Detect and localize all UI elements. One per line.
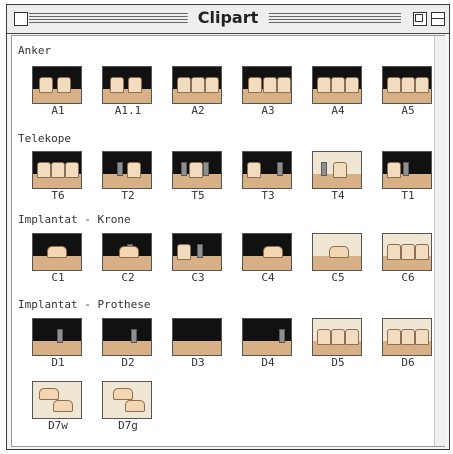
clipart-label: T3 bbox=[261, 189, 275, 202]
tooth-icon bbox=[242, 318, 292, 356]
clipart-label: A3 bbox=[261, 104, 275, 117]
section-implantat-prothese: Implantat - Prothese bbox=[18, 298, 151, 311]
tooth-icon bbox=[242, 151, 292, 189]
window-titlebar[interactable]: Clipart bbox=[7, 5, 449, 34]
tooth-icon bbox=[382, 318, 432, 356]
clipart-label: T4 bbox=[331, 189, 345, 202]
clipart-item-t5[interactable]: T5 bbox=[168, 151, 228, 211]
clipart-item-c4[interactable]: C4 bbox=[238, 233, 298, 293]
clipart-label: T1 bbox=[401, 189, 415, 202]
tooth-icon bbox=[242, 66, 292, 104]
tooth-icon bbox=[102, 151, 152, 189]
clipart-item-d6[interactable]: D6 bbox=[378, 318, 438, 378]
clipart-item-t1[interactable]: T1 bbox=[378, 151, 438, 211]
clipart-item-t6[interactable]: T6 bbox=[28, 151, 88, 211]
clipart-item-d3[interactable]: D3 bbox=[168, 318, 228, 378]
clipart-label: D3 bbox=[191, 356, 205, 369]
clipart-label: T6 bbox=[51, 189, 65, 202]
tooth-icon bbox=[32, 318, 82, 356]
tooth-icon bbox=[172, 66, 222, 104]
tooth-icon bbox=[312, 233, 362, 271]
clipart-item-a1-1[interactable]: A1.1 bbox=[98, 66, 158, 126]
clipart-item-d2[interactable]: D2 bbox=[98, 318, 158, 378]
clipart-content: Anker Telekope Implantat - Krone Implant… bbox=[11, 35, 445, 447]
tooth-icon bbox=[102, 318, 152, 356]
clipart-item-c5[interactable]: C5 bbox=[308, 233, 368, 293]
clipart-label: C6 bbox=[401, 271, 415, 284]
clipart-label: C1 bbox=[51, 271, 65, 284]
close-icon[interactable] bbox=[14, 12, 28, 26]
tooth-icon bbox=[172, 233, 222, 271]
clipart-label: A1.1 bbox=[114, 104, 142, 117]
tooth-icon bbox=[242, 233, 292, 271]
zoom-icon[interactable] bbox=[413, 12, 427, 26]
tooth-icon bbox=[102, 233, 152, 271]
section-telekope: Telekope bbox=[18, 132, 71, 145]
clipart-item-a4[interactable]: A4 bbox=[308, 66, 368, 126]
clipart-label: A5 bbox=[401, 104, 415, 117]
clipart-label: D1 bbox=[51, 356, 65, 369]
clipart-label: C3 bbox=[191, 271, 205, 284]
tooth-icon bbox=[312, 151, 362, 189]
section-anker: Anker bbox=[18, 44, 52, 57]
clipart-label: C5 bbox=[331, 271, 345, 284]
tooth-icon bbox=[382, 66, 432, 104]
tooth-icon bbox=[32, 66, 82, 104]
window-title: Clipart bbox=[187, 8, 269, 27]
tooth-icon bbox=[312, 318, 362, 356]
clipart-item-a2[interactable]: A2 bbox=[168, 66, 228, 126]
tooth-icon bbox=[32, 151, 82, 189]
clipart-label: D5 bbox=[331, 356, 345, 369]
clipart-label: T2 bbox=[121, 189, 135, 202]
clipart-item-c3[interactable]: C3 bbox=[168, 233, 228, 293]
tooth-icon bbox=[32, 233, 82, 271]
clipart-item-d4[interactable]: D4 bbox=[238, 318, 298, 378]
clipart-label: D7g bbox=[118, 419, 138, 432]
tooth-icon bbox=[382, 151, 432, 189]
tooth-icon bbox=[312, 66, 362, 104]
clipart-item-a1[interactable]: A1 bbox=[28, 66, 88, 126]
tooth-icon bbox=[32, 381, 82, 419]
clipart-item-a3[interactable]: A3 bbox=[238, 66, 298, 126]
clipart-item-d7w[interactable]: D7w bbox=[28, 381, 88, 441]
clipart-item-c2[interactable]: C2 bbox=[98, 233, 158, 293]
clipart-label: A2 bbox=[191, 104, 205, 117]
clipart-item-d7g[interactable]: D7g bbox=[98, 381, 158, 441]
clipart-item-d1[interactable]: D1 bbox=[28, 318, 88, 378]
clipart-item-t4[interactable]: T4 bbox=[308, 151, 368, 211]
clipart-item-d5[interactable]: D5 bbox=[308, 318, 368, 378]
collapse-icon[interactable] bbox=[431, 12, 445, 26]
clipart-label: A1 bbox=[51, 104, 65, 117]
clipart-window: Clipart Anker Telekope Implantat - Krone… bbox=[6, 4, 450, 450]
clipart-label: D4 bbox=[261, 356, 275, 369]
tooth-icon bbox=[172, 318, 222, 356]
clipart-item-t2[interactable]: T2 bbox=[98, 151, 158, 211]
clipart-label: D7w bbox=[48, 419, 68, 432]
clipart-item-a5[interactable]: A5 bbox=[378, 66, 438, 126]
clipart-label: C4 bbox=[261, 271, 275, 284]
clipart-label: A4 bbox=[331, 104, 345, 117]
tooth-icon bbox=[102, 66, 152, 104]
tooth-icon bbox=[382, 233, 432, 271]
clipart-item-c6[interactable]: C6 bbox=[378, 233, 438, 293]
tooth-icon bbox=[102, 381, 152, 419]
clipart-item-c1[interactable]: C1 bbox=[28, 233, 88, 293]
tooth-icon bbox=[172, 151, 222, 189]
clipart-item-t3[interactable]: T3 bbox=[238, 151, 298, 211]
section-implantat-krone: Implantat - Krone bbox=[18, 213, 131, 226]
clipart-label: T5 bbox=[191, 189, 205, 202]
clipart-label: C2 bbox=[121, 271, 135, 284]
clipart-label: D2 bbox=[121, 356, 135, 369]
clipart-label: D6 bbox=[401, 356, 415, 369]
